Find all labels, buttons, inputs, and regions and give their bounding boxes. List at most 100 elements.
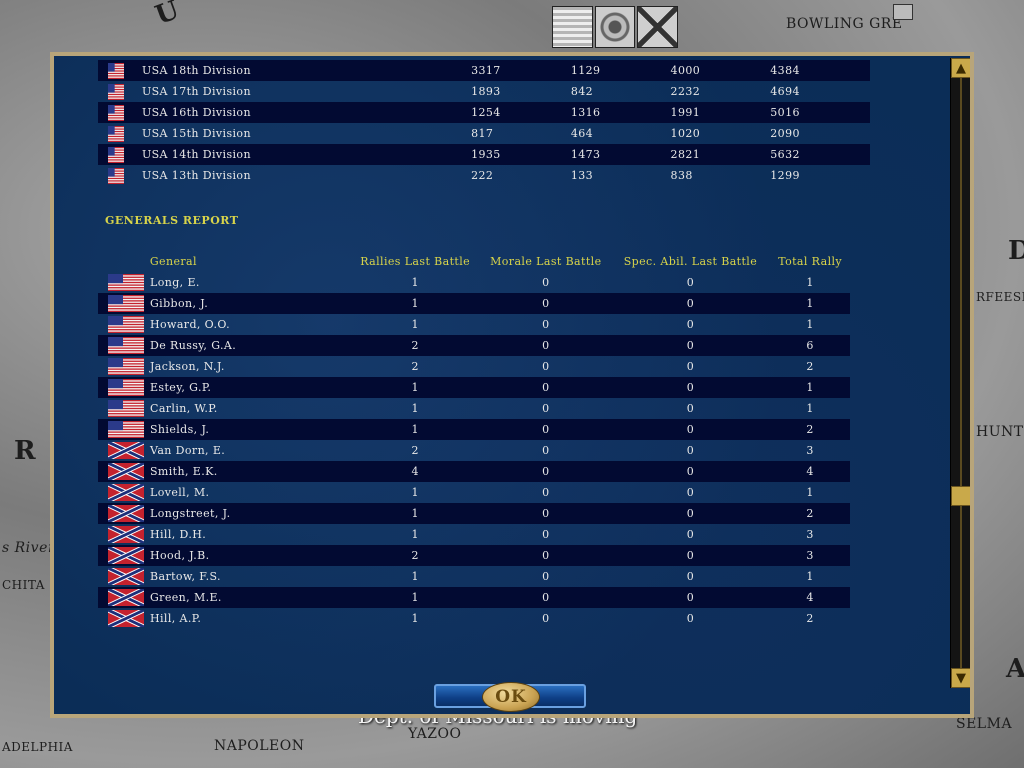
scroll-up-icon[interactable]: ▲	[951, 58, 970, 78]
general-morale: 0	[542, 570, 550, 583]
division-value-1: 1254	[471, 106, 501, 119]
general-name: Howard, O.O.	[150, 318, 231, 331]
dialog-panel: USA 18th Division 3317 1129 4000 4384 USA 17t…	[54, 56, 970, 714]
general-morale: 0	[542, 297, 550, 310]
general-row[interactable]: Hill, D.H. 1 0 0 3	[98, 523, 850, 546]
general-flag	[106, 523, 146, 546]
scroll-track[interactable]	[960, 78, 962, 668]
general-rallies: 1	[411, 528, 419, 541]
general-spec-abil: 0	[686, 381, 695, 394]
division-name: USA 14th Division	[141, 148, 251, 161]
general-rallies: 2	[411, 360, 419, 373]
general-row[interactable]: Hood, J.B. 2 0 0 3	[98, 544, 850, 567]
general-spec-abil: 0	[686, 339, 695, 352]
general-total-rally: 2	[806, 612, 814, 625]
general-flag	[108, 358, 144, 375]
general-name: Jackson, N.J.	[150, 360, 225, 373]
usa-flag-icon	[108, 421, 144, 438]
general-total-rally: 6	[806, 339, 814, 352]
usa-flag-icon	[108, 274, 144, 291]
general-flag	[106, 502, 146, 525]
map-flag-icon	[893, 4, 913, 20]
usa-flag-icon	[108, 379, 144, 396]
division-row[interactable]: USA 13th Division 222 133 838 1299	[98, 165, 870, 186]
general-total-rally: 2	[806, 423, 814, 436]
usa-flag-icon	[108, 316, 144, 333]
division-value-3: 2821	[670, 148, 701, 161]
general-row[interactable]: Smith, E.K. 4 0 0 4	[98, 460, 850, 483]
division-row[interactable]: USA 15th Division 817 464 1020 2090	[98, 123, 870, 144]
general-total-rally: 1	[806, 297, 814, 310]
general-row[interactable]: Carlin, W.P. 1 0 0 1	[98, 398, 850, 419]
general-total-rally: 2	[806, 360, 814, 373]
division-flag	[108, 83, 126, 100]
general-row[interactable]: Howard, O.O. 1 0 0 1	[98, 314, 850, 335]
header-spec-abil: Spec. Abil. Last Battle	[623, 254, 758, 268]
map-label-big-a: A	[1006, 654, 1024, 684]
csa-flag-icon	[106, 481, 146, 504]
scroll-thumb[interactable]	[951, 486, 970, 506]
general-row[interactable]: Green, M.E. 1 0 0 4	[98, 586, 850, 609]
general-row[interactable]: Bartow, F.S. 1 0 0 1	[98, 565, 850, 588]
csa-flag-icon	[106, 439, 146, 462]
division-value-4: 5632	[770, 148, 800, 161]
division-value-3: 1991	[670, 106, 701, 119]
general-total-rally: 3	[806, 549, 814, 562]
csa-flag-icon[interactable]	[637, 6, 679, 48]
general-row[interactable]: Van Dorn, E. 2 0 0 3	[98, 439, 850, 462]
general-spec-abil: 0	[686, 276, 695, 289]
general-row[interactable]: Estey, G.P. 1 0 0 1	[98, 377, 850, 398]
general-name: Carlin, W.P.	[150, 402, 218, 415]
general-row[interactable]: Longstreet, J. 1 0 0 2	[98, 502, 850, 525]
scroll-down-icon[interactable]: ▼	[951, 668, 970, 688]
general-total-rally: 1	[806, 381, 814, 394]
ok-button[interactable]: OK	[482, 682, 540, 712]
general-spec-abil: 0	[686, 360, 695, 373]
division-flag	[108, 125, 126, 142]
general-rallies: 1	[411, 381, 419, 394]
header-rallies: Rallies Last Battle	[360, 254, 471, 268]
division-value-1: 817	[471, 127, 494, 140]
divisions-table: USA 18th Division 3317 1129 4000 4384 USA 17t…	[98, 60, 870, 186]
division-row[interactable]: USA 17th Division 1893 842 2232 4694	[98, 81, 870, 102]
division-row[interactable]: USA 16th Division 1254 1316 1991 5016	[98, 102, 870, 123]
nation-selector[interactable]	[552, 6, 679, 48]
general-row[interactable]: Lovell, M. 1 0 0 1	[98, 481, 850, 504]
general-total-rally: 3	[806, 444, 814, 457]
general-morale: 0	[542, 486, 550, 499]
general-spec-abil: 0	[686, 465, 695, 478]
general-row[interactable]: Shields, J. 1 0 0 2	[98, 419, 850, 440]
general-row[interactable]: Gibbon, J. 1 0 0 1	[98, 293, 850, 314]
division-row[interactable]: USA 18th Division 3317 1129 4000 4384	[98, 60, 870, 81]
general-flag	[106, 439, 146, 462]
general-name: Smith, E.K.	[150, 465, 218, 478]
general-row[interactable]: Long, E. 1 0 0 1	[98, 272, 850, 293]
division-flag	[108, 62, 126, 79]
general-spec-abil: 0	[686, 423, 695, 436]
general-name: De Russy, G.A.	[150, 339, 237, 352]
general-morale: 0	[542, 318, 550, 331]
usa-flag-icon	[108, 104, 124, 121]
usa-flag-icon	[108, 337, 144, 354]
general-name: Longstreet, J.	[150, 507, 231, 520]
general-row[interactable]: Jackson, N.J. 2 0 0 2	[98, 356, 850, 377]
general-flag	[108, 400, 144, 417]
general-total-rally: 1	[806, 276, 814, 289]
general-row[interactable]: Hill, A.P. 1 0 0 2	[98, 607, 850, 630]
general-name: Van Dorn, E.	[150, 444, 226, 457]
general-morale: 0	[542, 360, 550, 373]
usa-flag-icon[interactable]	[552, 6, 593, 48]
general-rallies: 1	[411, 591, 419, 604]
division-name: USA 17th Division	[141, 85, 251, 98]
general-flag	[106, 607, 146, 630]
general-name: Hill, A.P.	[150, 612, 202, 625]
division-row[interactable]: USA 14th Division 1935 1473 2821 5632	[98, 144, 870, 165]
general-morale: 0	[542, 402, 550, 415]
cannon-icon[interactable]	[594, 6, 636, 48]
general-spec-abil: 0	[686, 297, 695, 310]
general-spec-abil: 0	[686, 591, 695, 604]
scrollbar[interactable]: ▲ ▼	[950, 58, 970, 688]
general-flag	[106, 481, 146, 504]
general-row[interactable]: De Russy, G.A. 2 0 0 6	[98, 335, 850, 356]
general-morale: 0	[542, 381, 550, 394]
